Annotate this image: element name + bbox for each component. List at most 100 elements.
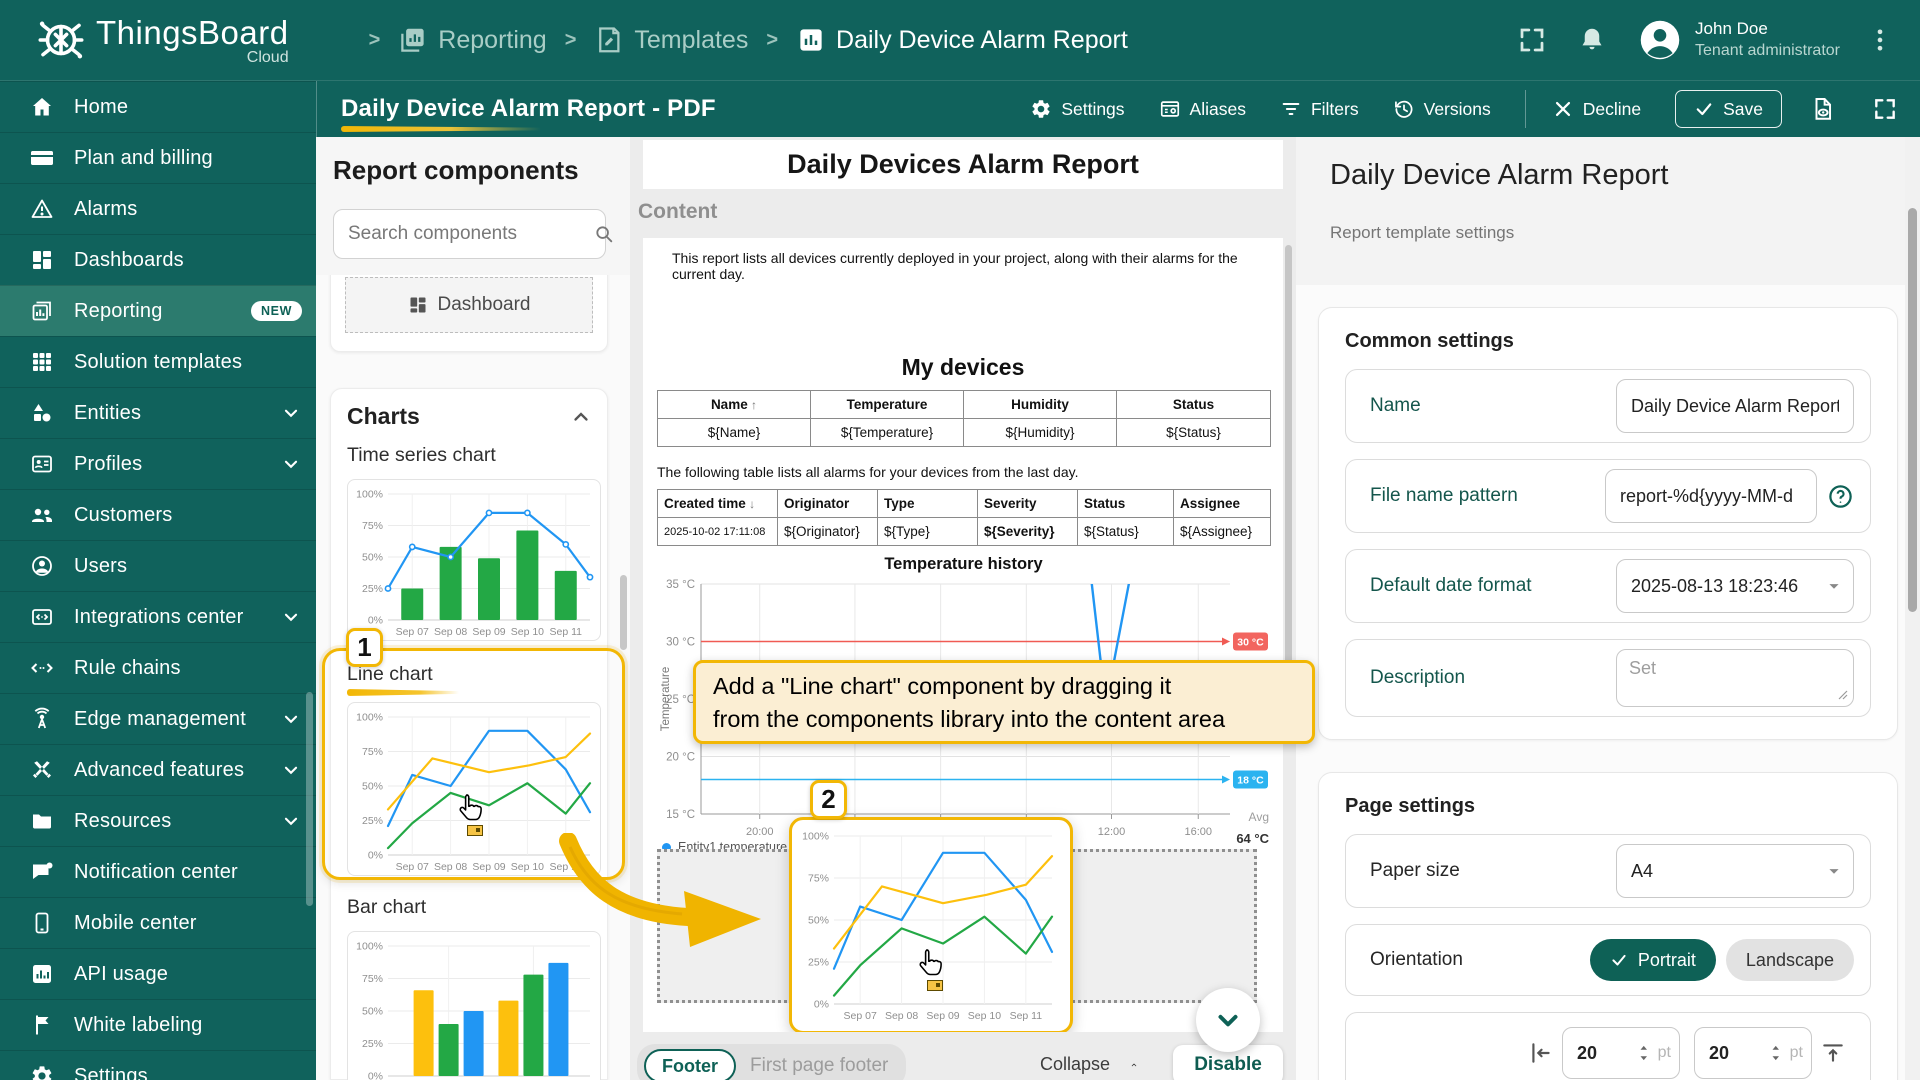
chevron-down-icon[interactable] xyxy=(280,759,302,781)
preview-report-icon[interactable] xyxy=(1810,96,1836,122)
check-icon xyxy=(1694,99,1714,119)
sidebar-item-icon xyxy=(30,962,54,986)
sidebar-item-icon xyxy=(30,860,54,884)
toolbar-action-icon xyxy=(1393,98,1415,120)
svg-text:Sep 08: Sep 08 xyxy=(434,626,467,638)
svg-text:75%: 75% xyxy=(362,973,383,985)
svg-text:75%: 75% xyxy=(808,873,829,885)
toolbar-action-button[interactable]: Settings xyxy=(1030,98,1124,120)
chevron-down-icon[interactable] xyxy=(280,708,302,730)
toolbar-action-button[interactable]: Filters xyxy=(1280,98,1359,120)
step-1-badge: 1 xyxy=(346,628,383,667)
decline-button[interactable]: Decline xyxy=(1552,98,1641,120)
table-header: Assignee xyxy=(1174,490,1271,518)
chevron-down-icon[interactable] xyxy=(280,453,302,475)
avatar[interactable] xyxy=(1639,19,1681,61)
sidebar-item[interactable]: API usage xyxy=(0,948,316,999)
sidebar-item[interactable]: Reporting NEW xyxy=(0,285,316,336)
stepper-arrows-icon[interactable] xyxy=(1768,1042,1784,1064)
chevron-down-icon[interactable] xyxy=(280,810,302,832)
time-series-chart-component[interactable]: 0%25%50%75%100%Sep 07Sep 08Sep 09Sep 10S… xyxy=(347,479,601,641)
paper-size-select[interactable]: A4 xyxy=(1616,844,1854,898)
landscape-toggle[interactable]: Landscape xyxy=(1726,939,1854,981)
scroll-down-button[interactable] xyxy=(1196,988,1260,1052)
chevron-down-icon[interactable] xyxy=(280,402,302,424)
name-field[interactable] xyxy=(1616,379,1854,433)
margin-right-stepper[interactable]: 20 pt xyxy=(1694,1027,1812,1079)
tab-footer[interactable]: Footer xyxy=(644,1049,736,1080)
dashboard-component-item[interactable]: Dashboard xyxy=(345,277,593,333)
table-header: Name ↑ xyxy=(658,391,811,419)
chevron-down-icon[interactable] xyxy=(280,606,302,628)
collapse-button[interactable]: Collapse xyxy=(1040,1054,1138,1075)
breadcrumb-item[interactable]: > Templates xyxy=(547,25,749,55)
sidebar-item[interactable]: Users xyxy=(0,540,316,591)
toolbar-action-button[interactable]: Versions xyxy=(1393,98,1491,120)
svg-text:Sep 09: Sep 09 xyxy=(926,1010,959,1022)
svg-text:Sep 10: Sep 10 xyxy=(511,861,544,873)
default-date-format-row: Default date format 2025-08-13 18:23:46 xyxy=(1345,549,1871,623)
sidebar-item[interactable]: Customers xyxy=(0,489,316,540)
sidebar-item[interactable]: Notification center xyxy=(0,846,316,897)
window-scrollbar[interactable] xyxy=(1905,137,1920,1080)
sidebar-item[interactable]: Settings xyxy=(0,1050,316,1080)
sidebar-item[interactable]: Advanced features xyxy=(0,744,316,795)
scrollbar-thumb[interactable] xyxy=(1908,208,1917,612)
description-field[interactable] xyxy=(1616,649,1854,707)
sidebar-scrollbar[interactable] xyxy=(306,692,313,906)
report-page-header: Daily Devices Alarm Report xyxy=(643,140,1283,189)
sidebar-item[interactable]: Mobile center xyxy=(0,897,316,948)
toolbar-action-button[interactable]: Aliases xyxy=(1159,98,1246,120)
bar-chart-component[interactable]: 0%25%50%75%100%Sep 10Sep 11 xyxy=(347,931,601,1080)
breadcrumb-item[interactable]: > Reporting xyxy=(351,25,547,55)
thingsboard-logo[interactable]: ThingsBoard Cloud xyxy=(34,13,289,67)
file-name-pattern-field[interactable] xyxy=(1605,469,1817,523)
sidebar-item[interactable]: Integrations center xyxy=(0,591,316,642)
margin-left-icon xyxy=(1528,1040,1554,1066)
preview-scrollbar[interactable] xyxy=(1285,245,1292,686)
fullscreen-icon[interactable] xyxy=(1517,25,1547,55)
title-highlight-underline xyxy=(341,126,541,132)
sidebar-item-icon xyxy=(30,809,54,833)
svg-text:Sep 10: Sep 10 xyxy=(511,626,544,638)
expand-fullscreen-icon[interactable] xyxy=(1872,96,1898,122)
thingsboard-app: ThingsBoard Cloud > Reporting > Template… xyxy=(0,0,1920,1080)
sidebar-item[interactable]: Entities xyxy=(0,387,316,438)
kebab-menu-icon[interactable] xyxy=(1866,26,1894,54)
save-button[interactable]: Save xyxy=(1675,90,1782,128)
sidebar-item[interactable]: Profiles xyxy=(0,438,316,489)
svg-text:50%: 50% xyxy=(362,552,383,564)
margin-left-stepper[interactable]: 20 pt xyxy=(1562,1027,1680,1079)
search-components-input[interactable] xyxy=(348,223,593,245)
tab-first-page-footer[interactable]: First page footer xyxy=(750,1055,888,1077)
sidebar-item[interactable]: White labeling xyxy=(0,999,316,1050)
stepper-arrows-icon[interactable] xyxy=(1636,1042,1652,1064)
svg-text:Sep 07: Sep 07 xyxy=(396,861,429,873)
components-panel-scrollbar[interactable] xyxy=(620,575,627,650)
search-icon xyxy=(593,223,615,245)
breadcrumb-separator: > xyxy=(766,29,778,52)
help-icon[interactable] xyxy=(1827,483,1854,510)
sidebar-item[interactable]: Resources xyxy=(0,795,316,846)
instruction-tooltip: Add a "Line chart" component by dragging… xyxy=(693,660,1315,744)
sidebar-item[interactable]: Home xyxy=(0,81,316,132)
line-chart-component[interactable]: 0%25%50%75%100%Sep 07Sep 08Sep 09Sep 10S… xyxy=(347,702,601,876)
breadcrumb-item[interactable]: > Daily Device Alarm Report xyxy=(748,25,1127,55)
close-icon xyxy=(1552,98,1574,120)
notifications-bell-icon[interactable] xyxy=(1577,25,1607,55)
sidebar-item[interactable]: Plan and billing xyxy=(0,132,316,183)
sidebar-item[interactable]: Dashboards xyxy=(0,234,316,285)
date-format-select[interactable]: 2025-08-13 18:23:46 xyxy=(1616,559,1854,613)
dragged-line-chart-card[interactable]: 0%25%50%75%100%Sep 07Sep 08Sep 09Sep 10S… xyxy=(789,817,1073,1034)
sidebar-item[interactable]: Alarms xyxy=(0,183,316,234)
svg-text:75%: 75% xyxy=(362,746,383,758)
sidebar-item[interactable]: Solution templates xyxy=(0,336,316,387)
portrait-toggle[interactable]: Portrait xyxy=(1590,939,1716,981)
line-chart-preview: 0%25%50%75%100%Sep 07Sep 08Sep 09Sep 10S… xyxy=(352,707,598,875)
sidebar-item[interactable]: Edge management xyxy=(0,693,316,744)
table-header: Status xyxy=(1117,391,1271,419)
sidebar-item[interactable]: Rule chains xyxy=(0,642,316,693)
svg-text:Sep 11: Sep 11 xyxy=(550,626,583,638)
user-info[interactable]: John Doe Tenant administrator xyxy=(1695,18,1840,62)
collapse-section-icon[interactable] xyxy=(569,405,593,429)
